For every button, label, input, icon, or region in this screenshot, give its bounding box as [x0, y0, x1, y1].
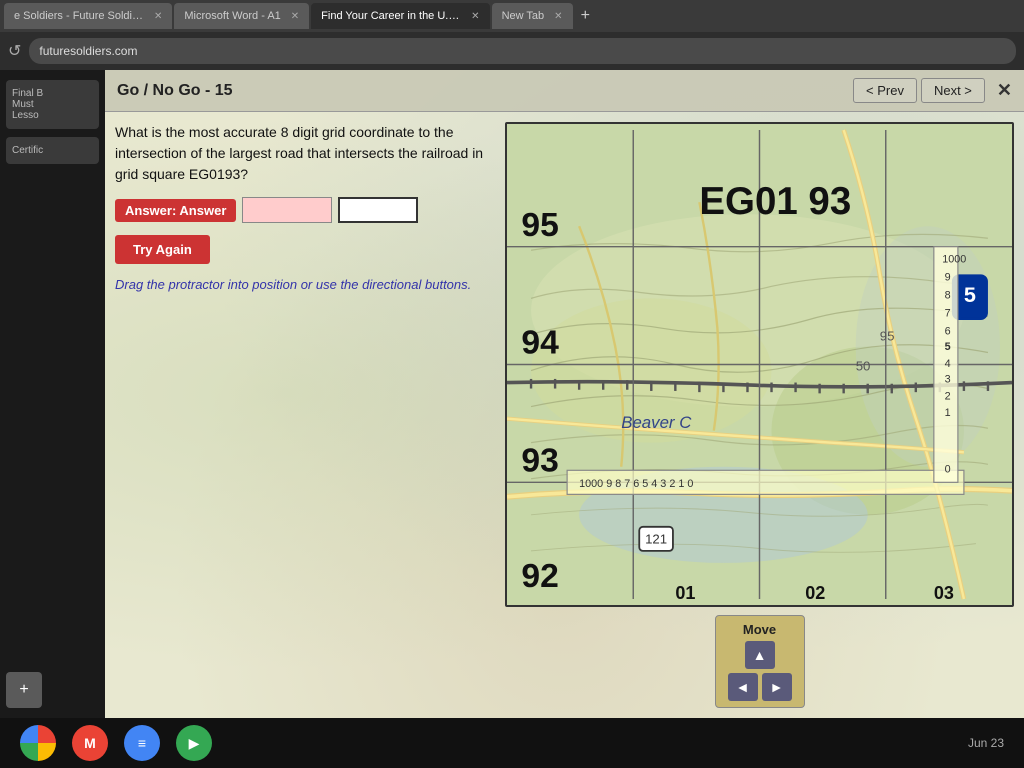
map-grid-header: EG01 93	[699, 180, 851, 223]
close-button[interactable]: ✕	[997, 80, 1012, 101]
sidebar-item-certific: Certific	[6, 137, 99, 164]
answer-label: Answer: Answer	[115, 199, 236, 222]
sidebar: Final BMustLesso Certific +	[0, 70, 105, 718]
svg-text:8: 8	[945, 289, 951, 301]
move-control: Move ▲ ◄ ►	[715, 615, 805, 708]
svg-text:2: 2	[945, 390, 951, 402]
tabs-row: e Soldiers - Future Soldiers ✕ Microsoft…	[0, 0, 1024, 32]
move-left-button[interactable]: ◄	[728, 673, 758, 701]
svg-text:50: 50	[856, 359, 871, 374]
tab-close-career[interactable]: ✕	[471, 11, 479, 22]
svg-text:5: 5	[945, 341, 951, 353]
back-button[interactable]: ↺	[8, 41, 21, 61]
svg-text:6: 6	[945, 325, 951, 337]
tab-close-word[interactable]: ✕	[291, 11, 299, 22]
tab-close-soldiers[interactable]: ✕	[154, 11, 162, 22]
svg-text:1000: 1000	[942, 253, 966, 265]
taskbar-docs-icon[interactable]: ≡	[124, 725, 160, 761]
next-button[interactable]: Next >	[921, 78, 985, 103]
taskbar-gmail-icon[interactable]: M	[72, 725, 108, 761]
try-again-button[interactable]: Try Again	[115, 235, 210, 264]
map-coord-92: 92	[521, 558, 558, 595]
svg-text:95: 95	[880, 328, 895, 343]
svg-text:0: 0	[945, 464, 951, 476]
answer-input-1[interactable]	[242, 197, 332, 223]
map-coord-01: 01	[675, 583, 695, 603]
new-tab-button[interactable]: +	[575, 7, 596, 25]
address-bar[interactable]: futuresoldiers.com	[29, 38, 1016, 64]
map-coord-93: 93	[521, 443, 558, 480]
taskbar-datetime: Jun 23	[968, 734, 1004, 752]
map-coord-94: 94	[521, 325, 559, 362]
address-row: ↺ futuresoldiers.com	[0, 32, 1024, 70]
tab-newtab[interactable]: New Tab ✕	[492, 3, 573, 29]
taskbar: M ≡ ▶ Jun 23	[0, 718, 1024, 768]
svg-text:7: 7	[945, 307, 951, 319]
svg-text:1: 1	[945, 407, 951, 419]
map-area: 5 121	[505, 122, 1014, 708]
question-area: What is the most accurate 8 digit grid c…	[115, 122, 495, 708]
question-text: What is the most accurate 8 digit grid c…	[115, 122, 495, 185]
prev-button[interactable]: < Prev	[853, 78, 917, 103]
quiz-title: Go / No Go - 15	[117, 82, 233, 100]
answer-row: Answer: Answer	[115, 197, 495, 223]
nav-buttons: < Prev Next > ✕	[853, 78, 1012, 103]
taskbar-chrome-icon[interactable]	[20, 725, 56, 761]
map-coord-03: 03	[934, 583, 954, 603]
svg-text:5: 5	[964, 282, 976, 307]
tab-close-newtab[interactable]: ✕	[554, 11, 562, 22]
map-coord-95: 95	[521, 207, 558, 244]
sidebar-item-final: Final BMustLesso	[6, 80, 99, 129]
move-right-button[interactable]: ►	[762, 673, 792, 701]
browser-chrome: e Soldiers - Future Soldiers ✕ Microsoft…	[0, 0, 1024, 70]
taskbar-icons: M ≡ ▶	[20, 725, 212, 761]
map-svg: 5 121	[507, 124, 1012, 605]
title-bar: Go / No Go - 15 < Prev Next > ✕	[105, 70, 1024, 112]
svg-text:4: 4	[945, 358, 951, 370]
sidebar-add-button[interactable]: +	[6, 672, 42, 708]
quiz-body: What is the most accurate 8 digit grid c…	[105, 112, 1024, 718]
taskbar-media-icon[interactable]: ▶	[176, 725, 212, 761]
tab-word[interactable]: Microsoft Word - A1 ✕	[174, 3, 309, 29]
drag-hint: Drag the protractor into position or use…	[115, 276, 495, 294]
map-container: 5 121	[505, 122, 1014, 607]
move-up-button[interactable]: ▲	[745, 641, 775, 669]
svg-text:9: 9	[945, 271, 951, 283]
tab-soldiers[interactable]: e Soldiers - Future Soldiers ✕	[4, 3, 172, 29]
svg-text:1000 9 8 7 6 5 4 3 2 1 0: 1000 9 8 7 6 5 4 3 2 1 0	[579, 478, 693, 490]
quiz-panel: Go / No Go - 15 < Prev Next > ✕ What is …	[105, 70, 1024, 718]
move-lr-row: ◄ ►	[728, 673, 792, 701]
map-place-name: Beaver C	[621, 413, 692, 432]
browser-bar: e Soldiers - Future Soldiers ✕ Microsoft…	[0, 0, 1024, 70]
map-coord-02: 02	[805, 583, 825, 603]
svg-text:3: 3	[945, 374, 951, 386]
answer-input-2[interactable]	[338, 197, 418, 223]
main-content: Final BMustLesso Certific + Go / No Go -…	[0, 70, 1024, 718]
svg-text:121: 121	[645, 532, 667, 547]
move-label: Move	[743, 622, 776, 637]
tab-career[interactable]: Find Your Career in the U.S. A... ✕	[311, 3, 489, 29]
